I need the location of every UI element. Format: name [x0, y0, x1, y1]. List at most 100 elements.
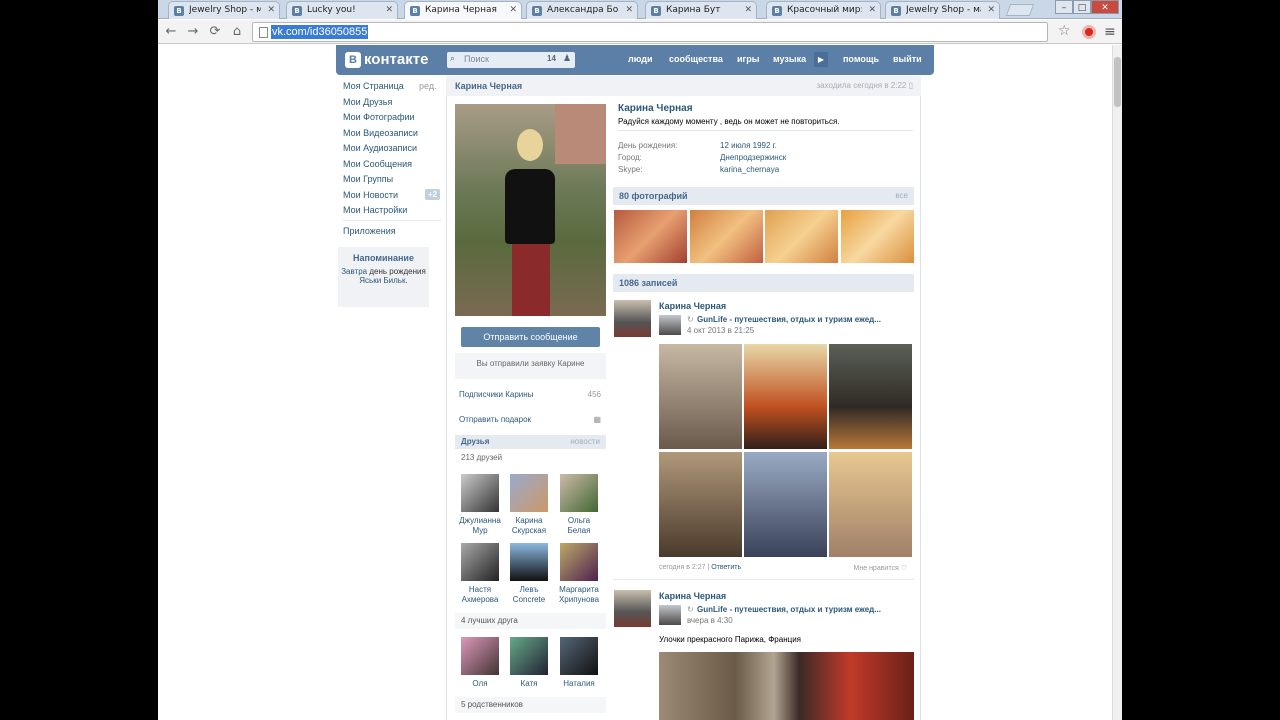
close-tab-icon[interactable]: ✕: [267, 5, 275, 15]
post-photo[interactable]: [659, 652, 914, 720]
best-friend-card[interactable]: Наталия: [557, 637, 601, 689]
profile-status[interactable]: Радуйся каждому моменту , ведь он может …: [618, 117, 840, 126]
nav-games[interactable]: игры: [737, 54, 759, 64]
repost-source[interactable]: GunLife - путешествия, отдых и туризм еж…: [697, 605, 907, 614]
post-author-avatar[interactable]: [614, 590, 651, 627]
nav-my-messages[interactable]: Мои Сообщения: [343, 159, 439, 175]
post-photo[interactable]: [659, 344, 742, 449]
search-count: 14: [547, 54, 556, 63]
followers-link[interactable]: Подписчики Карины 456: [455, 384, 606, 406]
friend-card[interactable]: Настя Ахмерова: [458, 543, 502, 605]
tab-lucky-you[interactable]: B Lucky you! ✕: [286, 1, 398, 19]
friend-card[interactable]: Карина Скурская: [507, 474, 551, 536]
friend-card[interactable]: Маргарита Хрипунова: [557, 543, 601, 605]
nav-communities[interactable]: сообщества: [669, 54, 723, 64]
nav-my-photos[interactable]: Мои Фотографии: [343, 112, 439, 128]
tab-krasochny-mir[interactable]: BКрасочный мир: Ус✕: [766, 1, 881, 19]
url-text[interactable]: vk.com/id36050855: [271, 25, 369, 39]
edit-link[interactable]: ред.: [419, 81, 437, 91]
reminder-person[interactable]: Яськи Бильк: [359, 276, 405, 285]
post-author[interactable]: Карина Черная: [659, 301, 726, 311]
home-icon[interactable]: ⌂: [228, 24, 246, 39]
post-author-avatar[interactable]: [614, 300, 651, 337]
nav-my-news[interactable]: Мои Новости +2: [343, 188, 441, 206]
nav-my-groups[interactable]: Мои Группы: [343, 174, 439, 190]
reminder-tomorrow[interactable]: Завтра: [341, 267, 367, 276]
best-friend-card[interactable]: Оля: [458, 637, 502, 689]
news-badge: +2: [425, 188, 441, 200]
address-bar[interactable]: vk.com/id36050855: [252, 22, 1048, 42]
vk-logo[interactable]: Вконтакте: [345, 51, 428, 68]
close-window-button[interactable]: ✕: [1091, 0, 1119, 14]
nav-my-page[interactable]: Моя Страница ред.: [343, 81, 439, 97]
search-input[interactable]: ⌕ Поиск 14 ♟: [447, 52, 575, 68]
photo-thumbnail[interactable]: [690, 210, 763, 263]
post-date[interactable]: вчера в 4:30: [687, 616, 733, 625]
post-date[interactable]: 4 окт 2013 в 21:25: [687, 326, 754, 335]
post-photo[interactable]: [744, 452, 827, 557]
send-message-button[interactable]: Отправить сообщение: [461, 327, 600, 347]
post-footer: сегодня в 2:27 | Ответить Мне нравится ♡: [659, 564, 907, 572]
request-note: Вы отправили заявку Карине: [455, 353, 606, 379]
post-photo[interactable]: [744, 344, 827, 449]
person-icon: ♟: [563, 53, 572, 63]
nav-people[interactable]: люди: [628, 54, 653, 64]
photo-thumbnail[interactable]: [614, 210, 687, 263]
post-photo[interactable]: [659, 452, 742, 557]
minimize-button[interactable]: –: [1055, 0, 1073, 14]
maximize-button[interactable]: □: [1073, 0, 1091, 14]
scrollbar-thumb[interactable]: [1114, 57, 1121, 107]
profile-photo[interactable]: [455, 104, 606, 316]
repost-source[interactable]: GunLife - путешествия, отдых и туризм еж…: [697, 315, 907, 324]
back-icon[interactable]: ←: [162, 24, 180, 39]
nav-help[interactable]: помощь: [843, 54, 879, 64]
close-tab-icon[interactable]: ✕: [509, 5, 517, 15]
tab-karina-but[interactable]: B Карина Бут ✕: [645, 1, 757, 19]
like-button[interactable]: Мне нравится ♡: [854, 564, 907, 572]
nav-my-videos[interactable]: Мои Видеозаписи: [343, 128, 439, 144]
tab-karina-chernaya[interactable]: B Карина Черная ✕: [404, 1, 522, 19]
source-avatar[interactable]: [659, 315, 681, 335]
browser-menu-icon[interactable]: ≡: [1104, 24, 1116, 40]
photo-thumbnail[interactable]: [765, 210, 838, 263]
new-tab-button[interactable]: [1005, 4, 1035, 16]
vertical-scrollbar[interactable]: [1112, 45, 1122, 720]
best-friend-card[interactable]: Катя: [507, 637, 551, 689]
close-tab-icon[interactable]: ✕: [385, 5, 393, 15]
send-gift-link[interactable]: Отправить подарок ▦: [455, 409, 606, 431]
close-tab-icon[interactable]: ✕: [987, 5, 995, 15]
post-author[interactable]: Карина Черная: [659, 591, 726, 601]
extension-icon[interactable]: [1082, 25, 1096, 39]
nav-my-friends[interactable]: Мои Друзья: [343, 97, 439, 113]
source-avatar[interactable]: [659, 605, 681, 625]
post-photo[interactable]: [829, 452, 912, 557]
tab-jewelry-shop-2[interactable]: BJewelry Shop - мага✕: [885, 1, 1000, 19]
friend-avatar: [510, 474, 548, 512]
nav-my-audio[interactable]: Мои Аудиозаписи: [343, 143, 439, 159]
relatives-header[interactable]: 5 родственников: [455, 697, 606, 713]
nav-my-settings[interactable]: Мои Настройки: [343, 205, 439, 221]
divider: [343, 220, 441, 221]
tab-alexandra[interactable]: BАлександра Бовча✕: [526, 1, 638, 19]
play-icon[interactable]: ▶: [814, 52, 828, 67]
close-tab-icon[interactable]: ✕: [868, 5, 876, 15]
photo-thumbnail[interactable]: [841, 210, 914, 263]
nav-logout[interactable]: выйти: [893, 54, 922, 64]
friend-card[interactable]: Джулианна Мур: [458, 474, 502, 536]
reply-link[interactable]: Ответить: [711, 564, 741, 571]
tab-jewelry-shop[interactable]: BJewelry Shop - мага✕: [168, 1, 280, 19]
friend-card[interactable]: Левъ Concrete: [507, 543, 551, 605]
friend-card[interactable]: Ольга Белая: [557, 474, 601, 536]
friend-avatar: [461, 543, 499, 581]
nav-apps[interactable]: Приложения: [343, 226, 439, 242]
close-tab-icon[interactable]: ✕: [744, 5, 752, 15]
post-photo[interactable]: [829, 344, 912, 449]
friend-avatar: [461, 474, 499, 512]
bookmark-star-icon[interactable]: ☆: [1058, 23, 1071, 39]
friend-avatar: [461, 637, 499, 675]
forward-icon[interactable]: →: [184, 24, 202, 39]
photos-header[interactable]: 80 фотографий все: [613, 187, 914, 205]
close-tab-icon[interactable]: ✕: [625, 5, 633, 15]
nav-music[interactable]: музыка: [773, 54, 806, 64]
reload-icon[interactable]: ⟳: [206, 24, 224, 39]
